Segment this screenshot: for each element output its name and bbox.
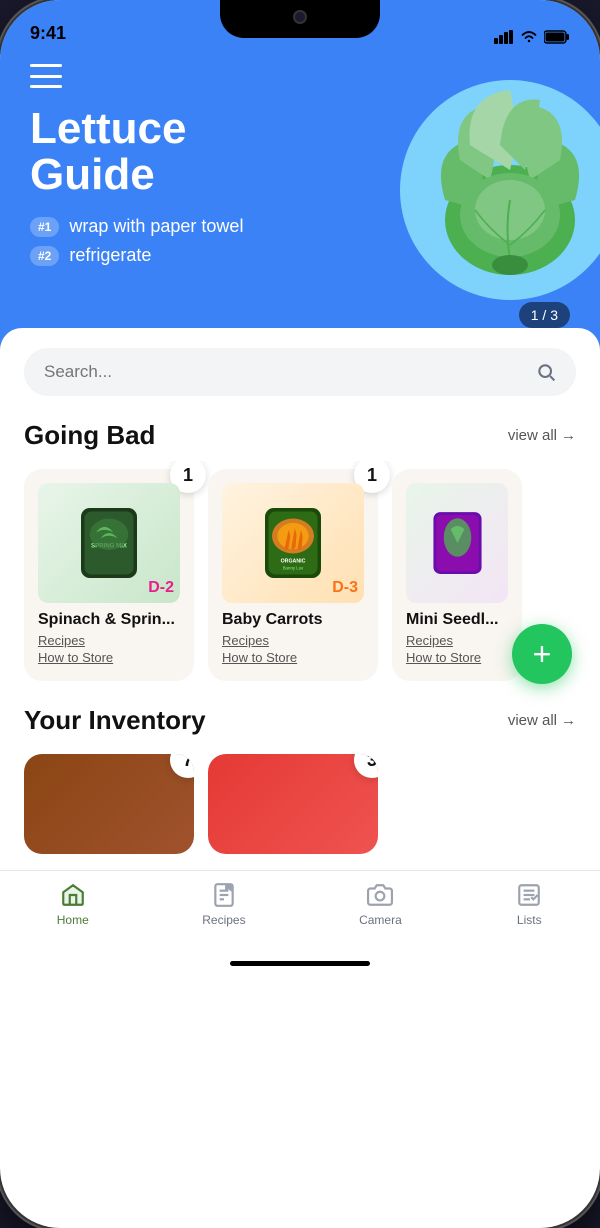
signal-icon bbox=[494, 30, 514, 44]
going-bad-title: Going Bad bbox=[24, 420, 155, 451]
recipes-label: Recipes bbox=[202, 913, 245, 927]
product-cards-scroll[interactable]: 1 SPRING MIX bbox=[0, 461, 600, 699]
carrots-how-to-store-link[interactable]: How to Store bbox=[222, 650, 364, 665]
going-bad-header: Going Bad view all → bbox=[0, 406, 600, 461]
cucumber-recipes-link[interactable]: Recipes bbox=[406, 633, 508, 648]
camera-icon bbox=[366, 881, 394, 909]
notch bbox=[220, 0, 380, 38]
lists-icon bbox=[515, 881, 543, 909]
nav-item-lists[interactable]: Lists bbox=[515, 881, 543, 927]
product-card-cucumber[interactable]: Mini Seedl... Recipes How to Store bbox=[392, 469, 522, 681]
spinach-recipes-link[interactable]: Recipes bbox=[38, 633, 180, 648]
carrots-recipes-link[interactable]: Recipes bbox=[222, 633, 364, 648]
inventory-card-1[interactable]: 7 bbox=[24, 754, 194, 854]
inventory-title: Your Inventory bbox=[24, 705, 206, 736]
camera-label: Camera bbox=[359, 913, 402, 927]
tip2-text: refrigerate bbox=[69, 245, 151, 266]
wifi-icon bbox=[520, 30, 538, 44]
lists-label: Lists bbox=[517, 913, 542, 927]
inventory-card-2[interactable]: 3 bbox=[208, 754, 378, 854]
cucumber-name: Mini Seedl... bbox=[406, 611, 508, 629]
tip1-text: wrap with paper towel bbox=[69, 216, 243, 237]
menu-button[interactable] bbox=[30, 64, 62, 88]
home-icon bbox=[59, 881, 87, 909]
phone-frame: 9:41 bbox=[0, 0, 600, 1228]
inventory-header: Your Inventory view all → bbox=[24, 699, 576, 746]
svg-text:ORGANIC: ORGANIC bbox=[281, 558, 306, 564]
going-bad-view-all[interactable]: view all → bbox=[508, 427, 576, 444]
search-icon bbox=[536, 362, 556, 382]
status-time: 9:41 bbox=[30, 23, 66, 44]
status-icons bbox=[494, 30, 570, 44]
day-badge-spinach: D-2 bbox=[148, 579, 174, 597]
menu-line-2 bbox=[30, 75, 62, 78]
menu-line-3 bbox=[30, 85, 62, 88]
nav-item-camera[interactable]: Camera bbox=[359, 881, 402, 927]
menu-line-1 bbox=[30, 64, 62, 67]
inventory-view-all[interactable]: view all → bbox=[508, 712, 576, 729]
lettuce-image bbox=[400, 80, 600, 300]
spinach-how-to-store-link[interactable]: How to Store bbox=[38, 650, 180, 665]
search-container bbox=[0, 328, 600, 406]
carrots-name: Baby Carrots bbox=[222, 611, 364, 629]
notch-camera bbox=[293, 10, 307, 24]
recipes-icon bbox=[210, 881, 238, 909]
inventory-cards[interactable]: 7 3 bbox=[24, 746, 576, 870]
fab-plus-icon: + bbox=[533, 638, 552, 670]
day-badge-carrots: D-3 bbox=[332, 579, 358, 597]
spinach-image: SPRING MIX D-2 bbox=[38, 483, 180, 603]
inv-badge-2: 3 bbox=[354, 754, 378, 778]
nav-item-recipes[interactable]: Recipes bbox=[202, 881, 245, 927]
home-label: Home bbox=[57, 913, 89, 927]
hero-banner: LettuceGuide #1 wrap with paper towel #2… bbox=[0, 50, 600, 350]
main-content: Going Bad view all → 1 bbox=[0, 328, 600, 870]
carrots-image: ORGANIC Bunny Luv D-3 bbox=[222, 483, 364, 603]
spinach-name: Spinach & Sprin... bbox=[38, 611, 180, 629]
search-input[interactable] bbox=[44, 362, 526, 382]
cucumber-image bbox=[406, 483, 508, 603]
pagination-badge: 1 / 3 bbox=[519, 302, 570, 328]
tip1-badge: #1 bbox=[30, 217, 59, 237]
tip2-badge: #2 bbox=[30, 246, 59, 266]
inventory-section: Your Inventory view all → 7 bbox=[0, 699, 600, 870]
bottom-nav: Home Recipes bbox=[0, 870, 600, 955]
battery-icon bbox=[544, 30, 570, 44]
inv-badge-1: 7 bbox=[170, 754, 194, 778]
cucumber-how-to-store-link[interactable]: How to Store bbox=[406, 650, 508, 665]
home-indicator bbox=[230, 961, 370, 966]
product-card-spinach[interactable]: 1 SPRING MIX bbox=[24, 469, 194, 681]
search-bar[interactable] bbox=[24, 348, 576, 396]
svg-text:Bunny Luv: Bunny Luv bbox=[283, 565, 304, 570]
fab-add-button[interactable]: + bbox=[512, 624, 572, 684]
product-card-carrots[interactable]: 1 bbox=[208, 469, 378, 681]
nav-item-home[interactable]: Home bbox=[57, 881, 89, 927]
phone-screen: 9:41 bbox=[0, 0, 600, 1228]
